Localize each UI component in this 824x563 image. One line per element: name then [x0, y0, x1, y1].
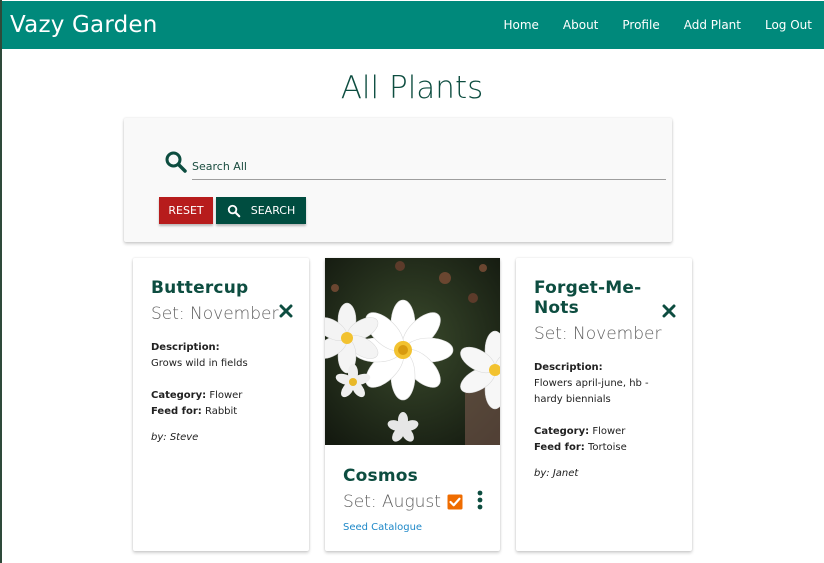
feed-value: Rabbit: [204, 406, 238, 417]
more-vert-icon[interactable]: [476, 490, 484, 510]
plant-name: Cosmos: [343, 466, 418, 486]
nav-item-log-out[interactable]: Log Out: [765, 18, 812, 32]
description-text: Flowers april-june, hb - hardy biennials: [534, 378, 649, 405]
plant-author: by: Steve: [151, 432, 199, 443]
plant-set-row: Set: August: [343, 492, 490, 512]
navbar: Vazy Garden Home About Profile Add Plant…: [2, 1, 824, 49]
nav-item-add-plant[interactable]: Add Plant: [684, 18, 741, 32]
page-title: All Plants: [340, 70, 484, 106]
reset-button[interactable]: RESET: [159, 197, 213, 224]
nav-links: Home About Profile Add Plant Log Out: [503, 18, 812, 32]
plant-card-cosmos: Cosmos Set: August Seed Catalogue: [325, 258, 500, 551]
plant-name: Forget-Me-Nots: [534, 278, 642, 318]
description-label: Description:: [534, 362, 603, 373]
plant-card-buttercup: Buttercup Set: November Description: Gro…: [133, 258, 309, 551]
description-label: Description:: [151, 342, 220, 353]
seed-catalogue-link[interactable]: Seed Catalogue: [343, 522, 422, 533]
plant-meta: Category: Flower Feed for: Rabbit: [151, 388, 297, 420]
checkbox-checked-icon[interactable]: [447, 494, 463, 510]
plant-card-forget-me-nots: Forget-Me-Nots Set: November Description…: [516, 258, 692, 551]
category-value: Flower: [592, 426, 626, 437]
category-label: Category:: [151, 390, 207, 401]
reset-button-label: RESET: [168, 204, 204, 217]
plant-name: Buttercup: [151, 278, 249, 298]
nav-item-about[interactable]: About: [563, 18, 598, 32]
plant-photo: [325, 258, 500, 445]
plant-description: Description: Flowers april-june, hb - ha…: [534, 360, 680, 408]
search-panel: RESET SEARCH: [124, 118, 672, 242]
feed-label: Feed for:: [151, 406, 202, 417]
brand-logo[interactable]: Vazy Garden: [10, 12, 158, 38]
plant-set-month: Set: November: [151, 304, 279, 324]
nav-item-home[interactable]: Home: [503, 18, 538, 32]
category-value: Flower: [209, 390, 243, 401]
search-button[interactable]: SEARCH: [216, 197, 306, 224]
search-icon: [227, 204, 241, 217]
close-icon[interactable]: [662, 304, 676, 318]
feed-label: Feed for:: [534, 442, 585, 453]
search-icon: [165, 151, 187, 173]
feed-value: Tortoise: [587, 442, 627, 453]
plant-meta: Category: Flower Feed for: Tortoise: [534, 424, 680, 456]
plant-set-month: Set: August: [343, 492, 441, 512]
plant-description: Description: Grows wild in fields: [151, 340, 297, 372]
search-button-label: SEARCH: [250, 204, 296, 217]
description-text: Grows wild in fields: [151, 358, 248, 369]
search-input[interactable]: [192, 154, 666, 180]
category-label: Category:: [534, 426, 590, 437]
nav-item-profile[interactable]: Profile: [622, 18, 659, 32]
close-icon[interactable]: [279, 304, 293, 318]
plant-author: by: Janet: [534, 468, 579, 479]
plant-set-month: Set: November: [534, 324, 662, 344]
